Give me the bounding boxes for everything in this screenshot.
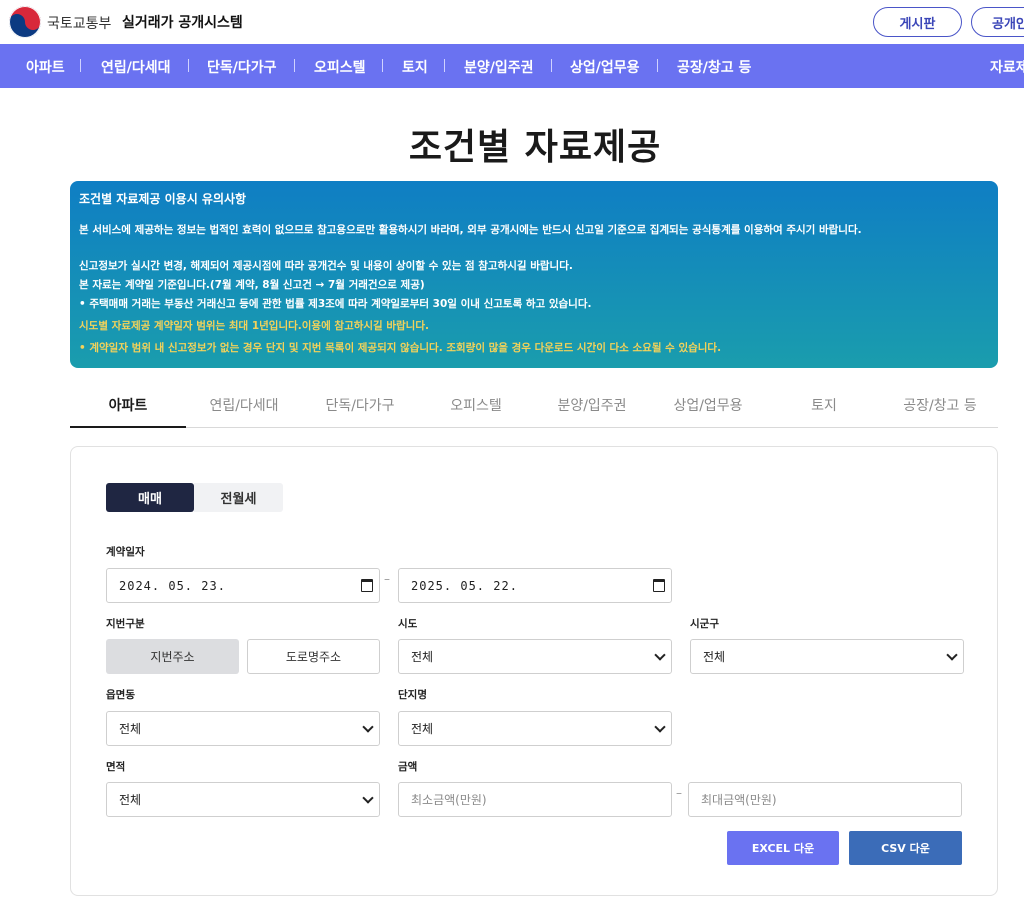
tab-presale[interactable]: 분양/입주권 [534,386,650,428]
chevron-down-icon [362,792,374,804]
tab-apartment[interactable]: 아파트 [70,386,186,428]
tab-row-house[interactable]: 연립/다세대 [186,386,302,428]
emd-value: 전체 [119,722,142,736]
nav-item-land[interactable]: 토지 [402,57,428,77]
complex-select[interactable]: 전체 [398,711,672,746]
complex-value: 전체 [411,722,434,736]
area-value: 전체 [119,793,142,807]
notice-line: • 주택매매 거래는 부동산 거래신고 등에 관한 법률 제3조에 따라 계약일… [79,298,592,310]
tab-land[interactable]: 토지 [766,386,882,428]
nav-item-data-provision[interactable]: 자료제 [990,57,1024,77]
tab-commercial[interactable]: 상업/업무용 [650,386,766,428]
nav-separator [551,59,552,72]
lot-type-label: 지번구분 [106,618,145,630]
notice-line: 본 서비스에 제공하는 정보는 법적인 효력이 없으므로 참고용으로만 활용하시… [79,224,862,236]
max-price-input[interactable]: 최대금액(만원) [688,782,962,817]
nav-separator [294,59,295,72]
trade-type-rent-button[interactable]: 전월세 [194,483,283,512]
nav-separator [188,59,189,72]
nav-separator [80,59,81,72]
notice-line: 신고정보가 실시간 변경, 해제되어 제공시점에 따라 공개건수 및 내용이 상… [79,260,573,272]
notice-warning: • 계약일자 범위 내 신고정보가 없는 경우 단지 및 지번 목록이 제공되지… [79,342,722,354]
nav-item-presale[interactable]: 분양/입주권 [464,57,534,77]
board-button[interactable]: 게시판 [873,7,962,37]
chevron-down-icon [654,721,666,733]
nav-item-detached-house[interactable]: 단독/다가구 [207,57,277,77]
max-price-placeholder: 최대금액(만원) [701,793,777,807]
notice-heading: 조건별 자료제공 이용시 유의사항 [79,192,247,206]
contract-date-label: 계약일자 [106,546,145,558]
sido-value: 전체 [411,650,434,664]
date-from-value: 2024. 05. 23. [119,578,226,593]
calendar-icon[interactable] [361,579,373,592]
public-info-button[interactable]: 공개인 [971,7,1024,37]
sigungu-label: 시군구 [690,618,719,630]
notice-box: 조건별 자료제공 이용시 유의사항 본 서비스에 제공하는 정보는 법적인 효력… [70,181,998,368]
chevron-down-icon [946,649,958,661]
nav-item-officetel[interactable]: 오피스텔 [314,57,366,77]
emd-select[interactable]: 전체 [106,711,380,746]
lot-number-address-button[interactable]: 지번주소 [106,639,239,674]
date-separator: – [384,572,390,586]
nav-item-apartment[interactable]: 아파트 [26,57,65,77]
ministry-name[interactable]: 국토교통부 [47,13,111,33]
tab-detached-house[interactable]: 단독/다가구 [302,386,418,428]
min-price-input[interactable]: 최소금액(만원) [398,782,672,817]
chevron-down-icon [362,721,374,733]
area-label: 면적 [106,761,126,773]
sigungu-value: 전체 [703,650,726,664]
tab-officetel[interactable]: 오피스텔 [418,386,534,428]
main-nav: 아파트 연립/다세대 단독/다가구 오피스텔 토지 분양/입주권 상업/업무용 … [0,44,1024,88]
price-separator: – [676,786,682,800]
date-to-input[interactable]: 2025. 05. 22. [398,568,672,603]
system-name[interactable]: 실거래가 공개시스템 [122,12,243,32]
price-label: 금액 [398,761,418,773]
nav-item-row-house[interactable]: 연립/다세대 [101,57,171,77]
trade-type-sale-button[interactable]: 매매 [106,483,194,512]
sido-select[interactable]: 전체 [398,639,672,674]
min-price-placeholder: 최소금액(만원) [411,793,487,807]
date-from-input[interactable]: 2024. 05. 23. [106,568,380,603]
page-title: 조건별 자료제공 [408,127,662,168]
date-to-value: 2025. 05. 22. [411,578,518,593]
csv-download-button[interactable]: CSV 다운 [849,831,962,865]
nav-item-factory[interactable]: 공장/창고 등 [677,57,751,77]
complex-label: 단지명 [398,689,427,701]
nav-item-commercial[interactable]: 상업/업무용 [570,57,640,77]
government-emblem-icon[interactable] [9,6,41,38]
notice-warning: 시도별 자료제공 계약일자 범위는 최대 1년입니다.이용에 참고하시길 바랍니… [79,320,429,332]
nav-separator [444,59,445,72]
chevron-down-icon [654,649,666,661]
property-type-tabs: 아파트 연립/다세대 단독/다가구 오피스텔 분양/입주권 상업/업무용 토지 … [70,386,998,428]
road-name-address-button[interactable]: 도로명주소 [247,639,380,674]
nav-separator [657,59,658,72]
tab-factory[interactable]: 공장/창고 등 [882,386,998,428]
calendar-icon[interactable] [653,579,665,592]
sido-label: 시도 [398,618,418,630]
nav-separator [382,59,383,72]
sigungu-select[interactable]: 전체 [690,639,964,674]
excel-download-button[interactable]: EXCEL 다운 [727,831,839,865]
notice-line: 본 자료는 계약일 기준입니다.(7월 계약, 8월 신고건 → 7월 거래건으… [79,279,425,291]
top-header: 국토교통부 실거래가 공개시스템 게시판 공개인 [0,0,1024,44]
area-select[interactable]: 전체 [106,782,380,817]
emd-label: 읍면동 [106,689,135,701]
